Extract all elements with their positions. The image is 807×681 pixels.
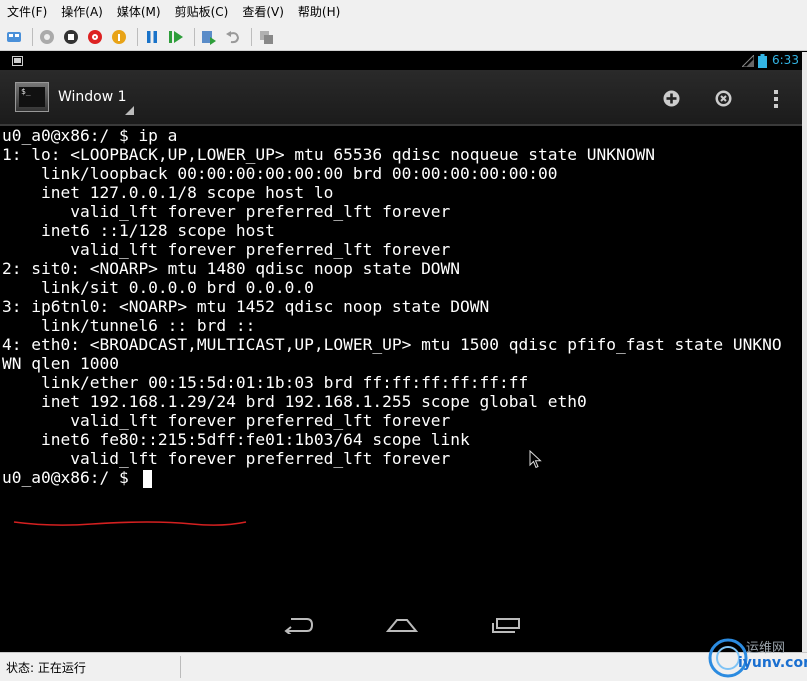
pause-button[interactable] xyxy=(142,27,162,47)
terminal-line: valid_lft forever preferred_lft forever xyxy=(2,449,451,468)
window-dropdown-icon[interactable] xyxy=(125,106,134,115)
pause-icon xyxy=(147,31,157,43)
toolbar xyxy=(0,24,807,51)
watermark-url: iyunv.com xyxy=(738,655,807,671)
menu-media[interactable]: 媒体(M) xyxy=(110,0,168,24)
battery-icon xyxy=(758,54,767,68)
stop-button[interactable] xyxy=(61,27,81,47)
terminal-output[interactable]: u0_a0@x86:/ $ ip a 1: lo: <LOOPBACK,UP,L… xyxy=(0,126,802,600)
resume-button[interactable] xyxy=(166,27,186,47)
clock: 6:33 xyxy=(772,53,799,67)
back-icon[interactable] xyxy=(283,616,313,634)
stop-icon xyxy=(64,30,78,44)
terminal-line: 2: sit0: <NOARP> mtu 1480 qdisc noop sta… xyxy=(2,259,461,278)
terminal-line: WN qlen 1000 xyxy=(2,354,119,373)
terminal-line: 1: lo: <LOOPBACK,UP,LOWER_UP> mtu 65536 … xyxy=(2,145,655,164)
terminal-line: link/ether 00:15:5d:01:1b:03 brd ff:ff:f… xyxy=(2,373,529,392)
menu-clipboard[interactable]: 剪贴板(C) xyxy=(168,0,236,24)
signal-icon xyxy=(742,55,754,67)
checkpoint-icon xyxy=(202,31,216,45)
red-annotation-underline xyxy=(13,521,247,526)
terminal-icon-text: $_ xyxy=(19,87,45,107)
host-status-bar: 状态: 正在运行 xyxy=(0,652,807,681)
add-window-icon[interactable] xyxy=(663,90,680,107)
toolbar-separator xyxy=(137,28,138,46)
menu-action[interactable]: 操作(A) xyxy=(54,0,110,24)
android-status-bar: 6:33 xyxy=(0,52,802,70)
close-window-icon[interactable] xyxy=(715,90,732,107)
terminal-line: inet6 fe80::215:5dff:fe01:1b03/64 scope … xyxy=(2,430,470,449)
terminal-line: valid_lft forever preferred_lft forever xyxy=(2,202,451,221)
overflow-menu-icon[interactable] xyxy=(773,89,779,109)
mouse-pointer-icon xyxy=(529,450,542,469)
window-title[interactable]: Window 1 xyxy=(58,89,127,105)
terminal-line: inet 127.0.0.1/8 scope host lo xyxy=(2,183,334,202)
revert-button[interactable] xyxy=(223,27,243,47)
toolbar-separator xyxy=(194,28,195,46)
start-button[interactable] xyxy=(37,27,57,47)
power-button[interactable] xyxy=(109,27,129,47)
shutdown-icon xyxy=(88,30,102,44)
terminal-app-icon[interactable]: $_ xyxy=(15,82,49,112)
menu-help[interactable]: 帮助(H) xyxy=(291,0,347,24)
shutdown-button[interactable] xyxy=(85,27,105,47)
terminal-line: valid_lft forever preferred_lft forever xyxy=(2,240,451,259)
revert-icon xyxy=(226,31,240,44)
android-nav-bar xyxy=(0,600,802,652)
terminal-line: link/tunnel6 :: brd :: xyxy=(2,316,256,335)
share-icon xyxy=(260,31,273,44)
terminal-line: link/loopback 00:00:00:00:00:00 brd 00:0… xyxy=(2,164,558,183)
text-cursor xyxy=(143,470,152,488)
terminal-prompt: u0_a0@x86:/ $ xyxy=(2,468,139,487)
toolbar-separator xyxy=(32,28,33,46)
power-icon xyxy=(112,30,126,44)
terminal-line: 4: eth0: <BROADCAST,MULTICAST,UP,LOWER_U… xyxy=(2,335,782,354)
window-frame-edge xyxy=(802,52,807,652)
ctrl-alt-del-button[interactable] xyxy=(4,27,24,47)
status-divider xyxy=(180,656,181,678)
notification-icon xyxy=(12,56,23,66)
terminal-line: u0_a0@x86:/ $ ip a xyxy=(2,126,178,145)
start-icon xyxy=(40,30,54,44)
share-button[interactable] xyxy=(256,27,276,47)
vm-status-text: 状态: 正在运行 xyxy=(6,661,86,675)
terminal-line-eth0-inet: inet 192.168.1.29/24 brd 192.168.1.255 s… xyxy=(2,392,587,411)
ctrl-alt-del-icon xyxy=(7,32,21,42)
action-bar: $_ Window 1 xyxy=(0,70,802,126)
terminal-line: inet6 ::1/128 scope host xyxy=(2,221,275,240)
resume-icon xyxy=(169,31,183,43)
toolbar-separator xyxy=(251,28,252,46)
terminal-line: link/sit 0.0.0.0 brd 0.0.0.0 xyxy=(2,278,314,297)
menu-bar: 文件(F) 操作(A) 媒体(M) 剪贴板(C) 查看(V) 帮助(H) xyxy=(0,0,807,24)
terminal-line: 3: ip6tnl0: <NOARP> mtu 1452 qdisc noop … xyxy=(2,297,490,316)
menu-view[interactable]: 查看(V) xyxy=(235,0,291,24)
recent-apps-icon[interactable] xyxy=(491,616,521,634)
watermark-text-cn: 运维网 xyxy=(746,641,786,656)
checkpoint-button[interactable] xyxy=(199,27,219,47)
terminal-line: valid_lft forever preferred_lft forever xyxy=(2,411,451,430)
home-icon[interactable] xyxy=(386,616,418,634)
menu-file[interactable]: 文件(F) xyxy=(0,0,54,24)
